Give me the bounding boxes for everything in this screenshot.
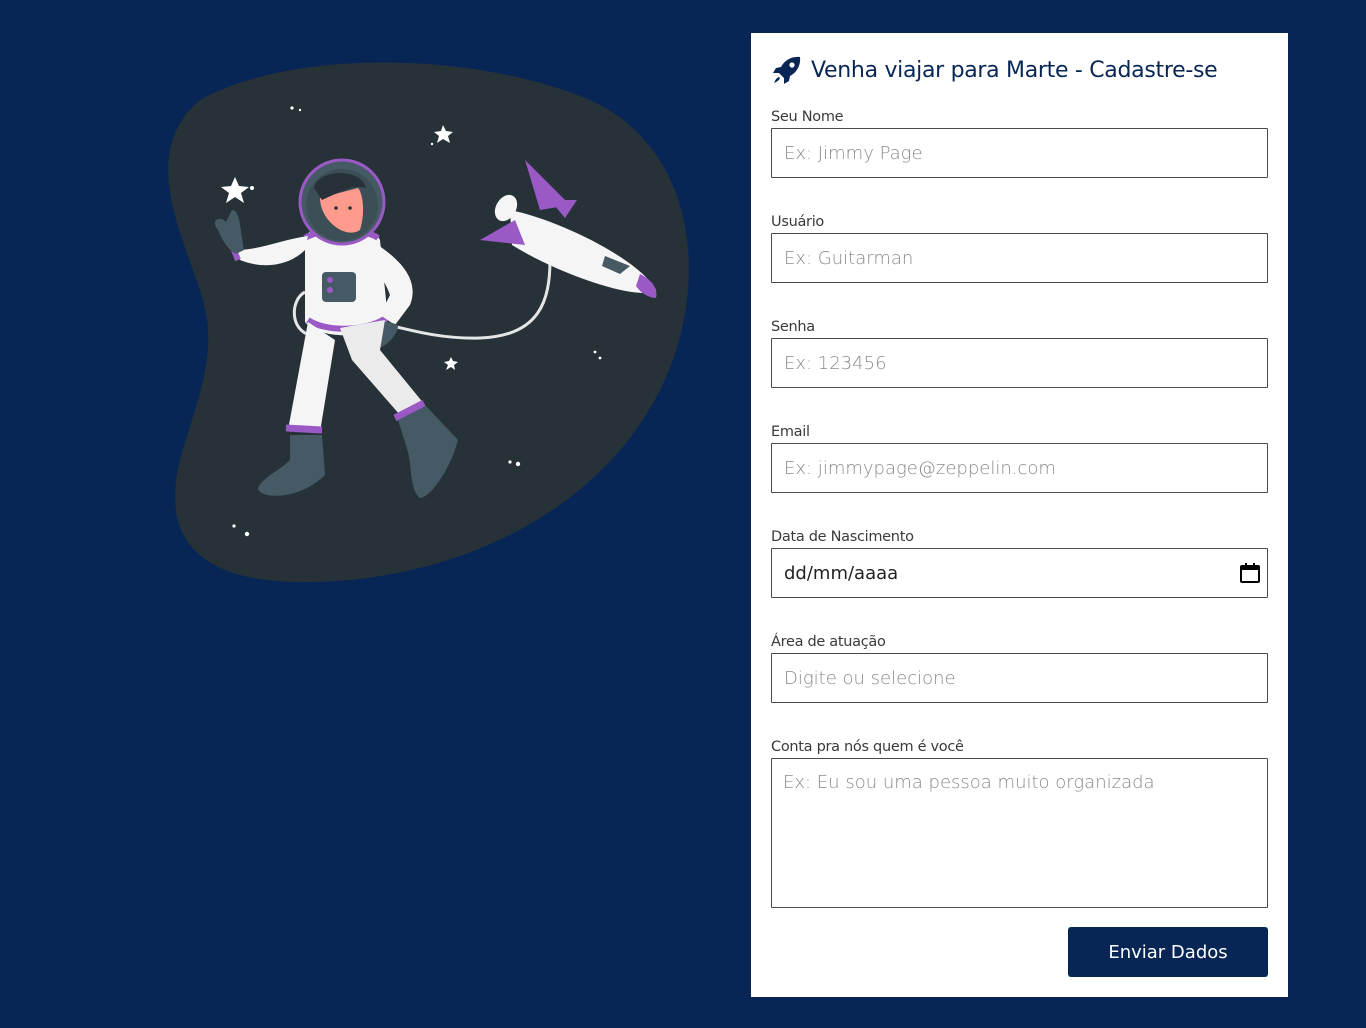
email-label: Email: [771, 424, 810, 440]
space-blob: [168, 62, 689, 583]
area-label: Área de atuação: [771, 634, 886, 650]
email-input[interactable]: [771, 443, 1268, 493]
rocket-icon: [771, 54, 803, 86]
form-title-text: Venha viajar para Marte - Cadastre-se: [811, 57, 1218, 83]
submit-row: Enviar Dados: [1068, 927, 1268, 977]
birthdate-placeholder: dd/mm/aaaa: [784, 562, 899, 584]
username-field-group: Usuário: [771, 212, 1268, 283]
birthdate-input[interactable]: dd/mm/aaaa: [771, 548, 1268, 598]
password-label: Senha: [771, 319, 815, 335]
password-field-group: Senha: [771, 317, 1268, 388]
signup-form: Venha viajar para Marte - Cadastre-se Se…: [751, 33, 1288, 997]
birthdate-label: Data de Nascimento: [771, 529, 914, 545]
submit-button[interactable]: Enviar Dados: [1068, 927, 1268, 977]
form-title: Venha viajar para Marte - Cadastre-se: [771, 33, 1268, 107]
page: Venha viajar para Marte - Cadastre-se Se…: [0, 0, 1366, 1028]
about-field-group: Conta pra nós quem é você: [771, 737, 1268, 908]
birthdate-field-group: Data de Nascimento dd/mm/aaaa: [771, 527, 1268, 598]
about-textarea[interactable]: [771, 758, 1268, 908]
password-input[interactable]: [771, 338, 1268, 388]
about-label: Conta pra nós quem é você: [771, 739, 964, 755]
username-label: Usuário: [771, 214, 825, 230]
astronaut-illustration: [168, 62, 689, 583]
name-field-group: Seu Nome: [771, 107, 1268, 178]
email-field-group: Email: [771, 422, 1268, 493]
area-input[interactable]: [771, 653, 1268, 703]
name-label: Seu Nome: [771, 109, 844, 125]
calendar-icon[interactable]: [1239, 562, 1261, 584]
name-input[interactable]: [771, 128, 1268, 178]
username-input[interactable]: [771, 233, 1268, 283]
area-field-group: Área de atuação: [771, 632, 1268, 703]
